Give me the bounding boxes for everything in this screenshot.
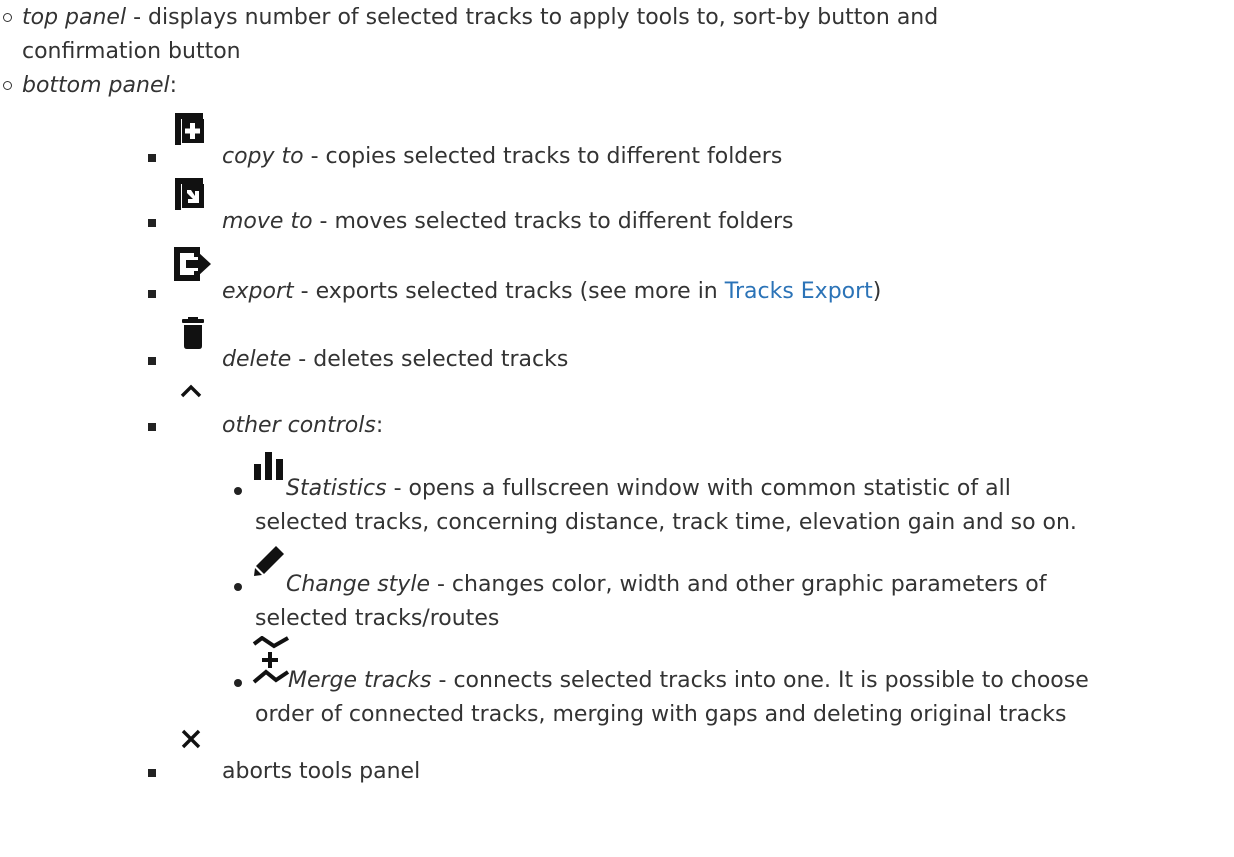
bar-chart-icon xyxy=(254,452,283,480)
colon: : xyxy=(169,73,178,98)
term-change-style: Change style xyxy=(286,572,430,597)
list-bullet xyxy=(3,13,12,22)
desc-statistics: - opens a fullscreen window with common … xyxy=(386,476,1011,501)
list-item-merge-tracks-cont: order of connected tracks, merging with … xyxy=(255,698,1066,732)
close-icon xyxy=(181,729,201,749)
term-merge-tracks: Merge tracks xyxy=(288,668,432,693)
list-bullet xyxy=(234,487,242,495)
list-item-bottom-panel: bottom panel: xyxy=(22,69,177,103)
desc-merge-tracks: - connects selected tracks into one. It … xyxy=(431,668,1089,693)
list-bullet xyxy=(148,423,156,431)
chevron-up-icon xyxy=(180,384,202,398)
desc-top-panel-cont: confirmation button xyxy=(22,39,241,64)
term-export: export xyxy=(222,279,294,304)
list-item-statistics-cont: selected tracks, concerning distance, tr… xyxy=(255,506,1077,540)
list-item-merge-tracks: Merge tracks - connects selected tracks … xyxy=(288,664,1089,698)
export-icon xyxy=(174,247,211,281)
list-bullet xyxy=(234,583,242,591)
tracks-export-link[interactable]: Tracks Export xyxy=(725,279,873,304)
desc-top-panel: - displays number of selected tracks to … xyxy=(126,5,939,30)
list-item-top-panel: top panel - displays number of selected … xyxy=(22,1,938,35)
colon: : xyxy=(375,413,384,438)
term-bottom-panel: bottom panel xyxy=(22,73,170,98)
desc-export-end: ) xyxy=(872,279,882,304)
pencil-icon xyxy=(254,546,284,576)
desc-move-to: - moves selected tracks to different fol… xyxy=(312,209,794,234)
term-top-panel: top panel xyxy=(22,5,127,30)
list-bullet xyxy=(148,769,156,777)
list-item-copy-to: copy to - copies selected tracks to diff… xyxy=(222,140,782,174)
term-statistics: Statistics xyxy=(286,476,387,501)
desc-change-style-cont: selected tracks/routes xyxy=(255,606,500,631)
list-item-abort: aborts tools panel xyxy=(222,755,420,789)
list-item-statistics: Statistics - opens a fullscreen window w… xyxy=(286,472,1011,506)
list-item-top-panel-cont: confirmation button xyxy=(22,35,241,69)
term-move-to: move to xyxy=(222,209,313,234)
copy-icon xyxy=(175,113,204,145)
list-bullet xyxy=(3,81,12,90)
list-bullet xyxy=(148,154,156,162)
term-delete: delete xyxy=(222,347,292,372)
list-item-other-controls: other controls: xyxy=(222,409,383,443)
list-bullet xyxy=(148,219,156,227)
merge-tracks-icon xyxy=(252,636,290,684)
desc-copy-to: - copies selected tracks to different fo… xyxy=(303,144,783,169)
desc-change-style: - changes color, width and other graphic… xyxy=(429,572,1047,597)
term-other-controls: other controls xyxy=(222,413,376,438)
list-item-delete: delete - deletes selected tracks xyxy=(222,343,568,377)
desc-delete: - deletes selected tracks xyxy=(291,347,569,372)
list-bullet xyxy=(148,290,156,298)
list-bullet xyxy=(234,679,242,687)
list-item-change-style-cont: selected tracks/routes xyxy=(255,602,499,636)
list-bullet xyxy=(148,357,156,365)
desc-export: - exports selected tracks (see more in xyxy=(293,279,725,304)
list-item-move-to: move to - moves selected tracks to diffe… xyxy=(222,205,794,239)
desc-statistics-cont: selected tracks, concerning distance, tr… xyxy=(255,510,1077,535)
list-item-change-style: Change style - changes color, width and … xyxy=(286,568,1047,602)
term-copy-to: copy to xyxy=(222,144,304,169)
desc-abort: aborts tools panel xyxy=(222,759,421,784)
trash-icon xyxy=(182,317,204,349)
move-icon xyxy=(175,178,204,210)
desc-merge-tracks-cont: order of connected tracks, merging with … xyxy=(255,702,1067,727)
list-item-export: export - exports selected tracks (see mo… xyxy=(222,275,881,309)
